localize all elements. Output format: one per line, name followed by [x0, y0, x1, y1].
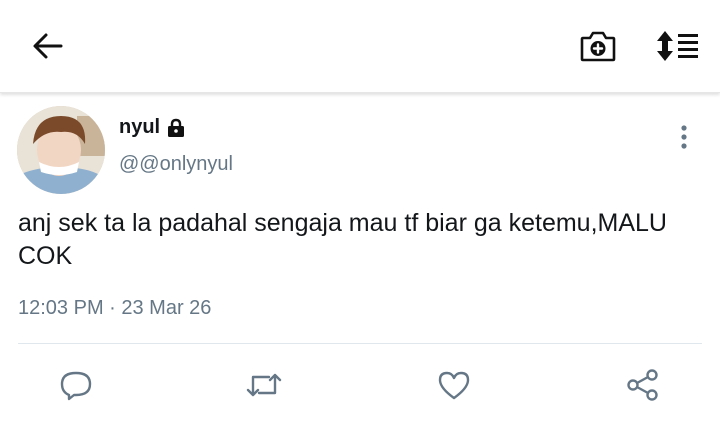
share-button[interactable]	[623, 365, 663, 405]
sort-list-icon	[657, 31, 698, 61]
display-name[interactable]: nyul	[119, 116, 160, 139]
tweet-detail: nyul @@onlynyul anj sek ta la padahal se…	[0, 93, 720, 421]
comment-icon	[60, 371, 92, 401]
overflow-menu-button[interactable]	[668, 121, 700, 153]
display-name-row: nyul	[119, 116, 186, 139]
reply-button[interactable]	[56, 365, 96, 405]
divider	[18, 343, 702, 344]
tweet-text: anj sek ta la padahal sengaja mau tf bia…	[18, 209, 667, 270]
lock-icon	[168, 118, 185, 137]
share-icon	[627, 369, 658, 401]
like-button[interactable]	[434, 365, 474, 405]
arrow-left-icon	[33, 33, 63, 59]
sort-button[interactable]	[654, 26, 702, 66]
heart-icon	[438, 371, 470, 400]
top-app-bar	[0, 0, 720, 93]
camera-add-icon	[580, 31, 616, 62]
retweet-button[interactable]	[244, 365, 284, 405]
user-handle[interactable]: @@onlynyul	[119, 153, 233, 176]
camera-button[interactable]	[576, 26, 620, 66]
avatar[interactable]	[17, 106, 105, 194]
more-vertical-icon	[681, 125, 687, 149]
back-button[interactable]	[26, 28, 68, 64]
tweet-timestamp: 12:03 PM · 23 Mar 26	[18, 297, 212, 319]
avatar-photo	[17, 106, 105, 194]
retweet-icon	[246, 373, 282, 397]
